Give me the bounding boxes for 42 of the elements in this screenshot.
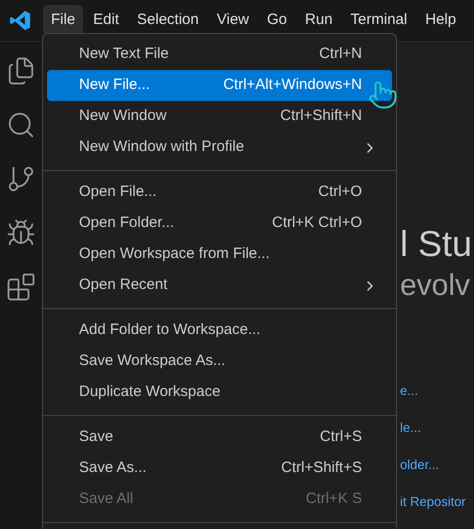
shortcut-label: Ctrl+K S [306,489,362,510]
menu-bar-item[interactable]: Run [297,5,341,36]
welcome-title: l Stu [400,222,474,266]
menu-item[interactable]: New Window with Profile [47,132,392,163]
menu-item[interactable]: Open Workspace from File... [47,239,392,270]
menu-item[interactable]: Save Workspace As... [47,346,392,377]
shortcut-label: Ctrl+Alt+Windows+N [223,75,362,96]
menu-item[interactable]: Duplicate Workspace [47,377,392,408]
menu-item[interactable]: Add Folder to Workspace... [47,315,392,346]
menu-item[interactable]: New File... Ctrl+Alt+Windows+N [47,70,392,101]
menu-bar-item[interactable]: Terminal [342,5,416,36]
menu-item[interactable]: Save Ctrl+S [47,422,392,453]
shortcut-label: Ctrl+K Ctrl+O [272,213,362,234]
menu-bar-item[interactable]: Selection [129,5,207,36]
menu-item[interactable]: Open File... Ctrl+O [47,177,392,208]
logo-icon [10,10,31,31]
menu-item[interactable]: New Window Ctrl+Shift+N [47,101,392,132]
menu-item[interactable]: New Text File Ctrl+N [47,39,392,70]
shortcut-label: Ctrl+N [319,44,362,64]
shortcut-label: Ctrl+S [320,427,362,448]
start-link[interactable]: it Repositor [400,491,474,512]
start-link[interactable]: le... [400,417,474,438]
shortcut-label: Ctrl+Shift+N [280,106,362,126]
menu-bar-item[interactable]: View [208,5,257,36]
start-link[interactable]: e... [400,380,474,401]
menu-bar-item[interactable]: Go [259,5,296,36]
menu-bar-item[interactable]: Edit [85,5,128,36]
hand-cursor-icon [368,80,398,110]
extensions-icon[interactable] [6,272,36,302]
menu-bar-item[interactable]: File [43,5,84,36]
bug-icon[interactable] [6,218,36,248]
menu-item[interactable]: Open Folder... Ctrl+K Ctrl+O [47,208,392,239]
welcome-subtitle: evolv [400,268,472,304]
files-icon[interactable] [6,56,36,86]
start-link[interactable]: older... [400,454,474,475]
shortcut-label: Ctrl+Shift+S [281,458,362,478]
search-icon[interactable] [6,110,36,140]
shortcut-label: Ctrl+O [318,182,362,202]
menu-bar-item[interactable]: Help [417,5,464,36]
menu-item[interactable]: Save As... Ctrl+Shift+S [47,453,392,484]
branch-icon[interactable] [6,164,36,194]
menu-item[interactable]: Open Recent [47,270,392,301]
